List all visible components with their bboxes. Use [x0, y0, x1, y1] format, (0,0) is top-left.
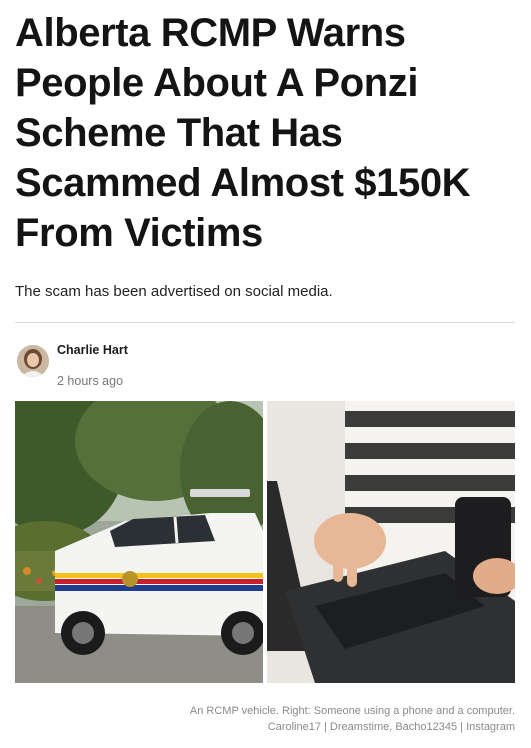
article-subheadline: The scam has been advertised on social m…	[15, 283, 333, 300]
author-avatar[interactable]	[17, 345, 49, 377]
author-name[interactable]: Charlie Hart	[57, 343, 128, 357]
rcmp-vehicle-photo	[15, 401, 280, 683]
laptop-phone-photo	[267, 401, 515, 683]
publish-time: 2 hours ago	[57, 374, 124, 388]
divider	[15, 322, 515, 323]
caption-description: An RCMP vehicle. Right: Someone using a …	[189, 705, 515, 717]
article-hero-image	[15, 401, 515, 683]
article-headline: Alberta RCMP Warns People About A Ponzi …	[15, 11, 471, 255]
caption-credits: Caroline17 | Dreamstime, Bacho12345 | In…	[267, 721, 515, 733]
image-caption: An RCMP vehicle. Right: Someone using a …	[95, 703, 515, 735]
